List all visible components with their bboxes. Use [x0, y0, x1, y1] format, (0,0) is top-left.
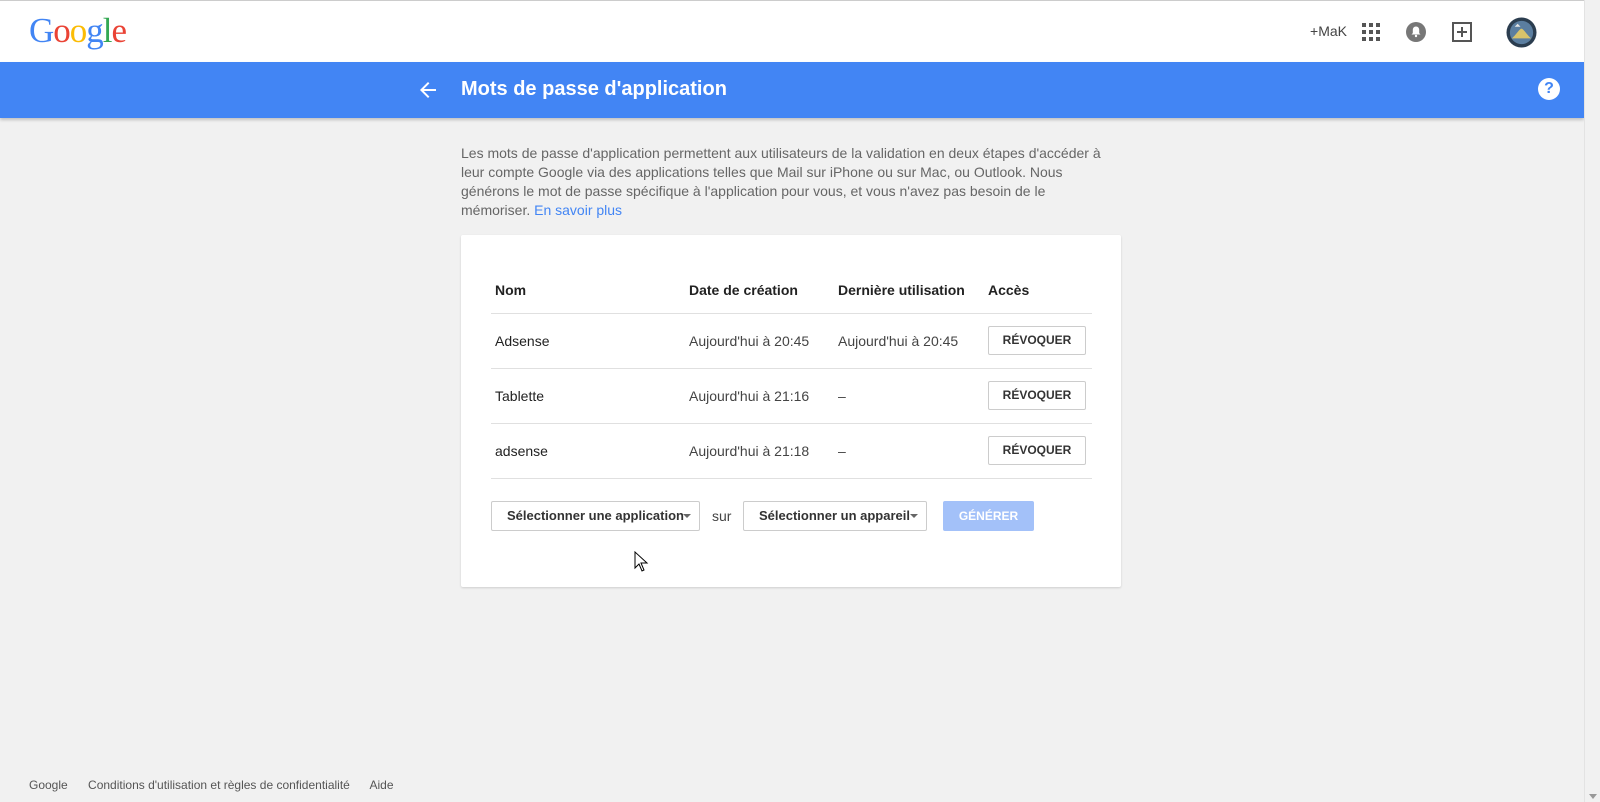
- table-row: Adsense Aujourd'hui à 20:45 Aujourd'hui …: [491, 314, 1092, 369]
- app-name: Adsense: [495, 333, 550, 349]
- column-header-name: Nom: [495, 282, 527, 298]
- column-header-access: Accès: [988, 282, 1030, 298]
- select-device-dropdown[interactable]: Sélectionner un appareil: [743, 501, 927, 531]
- avatar[interactable]: [1506, 17, 1537, 48]
- select-device-label: Sélectionner un appareil: [759, 508, 910, 523]
- page-title: Mots de passe d'application: [461, 78, 727, 100]
- table-header: Nom Date de création Dernière utilisatio…: [491, 265, 1092, 314]
- app-name: Tablette: [495, 388, 545, 404]
- footer-link-terms[interactable]: Conditions d'utilisation et règles de co…: [88, 778, 350, 792]
- apps-grid-icon[interactable]: [1359, 20, 1383, 44]
- footer: Google Conditions d'utilisation et règle…: [29, 778, 411, 792]
- google-logo[interactable]: Google: [29, 11, 128, 50]
- footer-link-google[interactable]: Google: [29, 778, 68, 792]
- created-date: Aujourd'hui à 21:16: [689, 388, 810, 404]
- table-row: Tablette Aujourd'hui à 21:16 – RÉVOQUER: [491, 369, 1092, 424]
- intro-description: Les mots de passe d'application permette…: [461, 144, 1116, 220]
- top-header: Google +MaK: [0, 0, 1584, 62]
- last-used-date: Aujourd'hui à 20:45: [838, 333, 959, 349]
- column-header-last-used: Dernière utilisation: [838, 282, 965, 298]
- share-plus-icon[interactable]: [1450, 20, 1474, 44]
- mouse-cursor-icon: [634, 551, 649, 572]
- help-icon[interactable]: ?: [1538, 78, 1560, 100]
- logo-letter: G: [29, 11, 54, 50]
- table-row: adsense Aujourd'hui à 21:18 – RÉVOQUER: [491, 424, 1092, 479]
- app-name: adsense: [495, 443, 548, 459]
- select-app-label: Sélectionner une application: [507, 508, 684, 523]
- generate-controls: Sélectionner une application sur Sélecti…: [491, 501, 1092, 531]
- google-plus-profile-link[interactable]: +MaK: [1310, 23, 1347, 39]
- vertical-scrollbar[interactable]: [1584, 0, 1600, 802]
- last-used-date: –: [838, 388, 846, 404]
- logo-letter: l: [102, 11, 113, 50]
- generate-button[interactable]: GÉNÉRER: [943, 501, 1034, 531]
- logo-letter: e: [111, 11, 128, 50]
- notifications-bell-icon[interactable]: [1404, 20, 1428, 44]
- column-header-created: Date de création: [689, 282, 798, 298]
- app-passwords-table: Nom Date de création Dernière utilisatio…: [491, 265, 1092, 479]
- header-actions: +MaK: [1284, 1, 1584, 63]
- select-app-dropdown[interactable]: Sélectionner une application: [491, 501, 700, 531]
- chevron-down-icon: [910, 514, 918, 518]
- scroll-down-arrow-icon[interactable]: [1589, 794, 1597, 799]
- footer-link-help[interactable]: Aide: [370, 778, 394, 792]
- last-used-date: –: [838, 443, 846, 459]
- back-arrow-icon[interactable]: [416, 78, 440, 102]
- revoke-button[interactable]: RÉVOQUER: [988, 436, 1086, 465]
- logo-letter: o: [53, 11, 70, 50]
- revoke-button[interactable]: RÉVOQUER: [988, 326, 1086, 355]
- created-date: Aujourd'hui à 21:18: [689, 443, 810, 459]
- chevron-down-icon: [683, 514, 691, 518]
- sur-label: sur: [712, 508, 732, 524]
- logo-letter: g: [86, 11, 103, 50]
- page-header-bar: Mots de passe d'application ?: [0, 62, 1584, 118]
- app-passwords-card: Nom Date de création Dernière utilisatio…: [461, 235, 1121, 587]
- revoke-button[interactable]: RÉVOQUER: [988, 381, 1086, 410]
- learn-more-link[interactable]: En savoir plus: [534, 202, 622, 218]
- logo-letter: o: [69, 11, 87, 50]
- created-date: Aujourd'hui à 20:45: [689, 333, 810, 349]
